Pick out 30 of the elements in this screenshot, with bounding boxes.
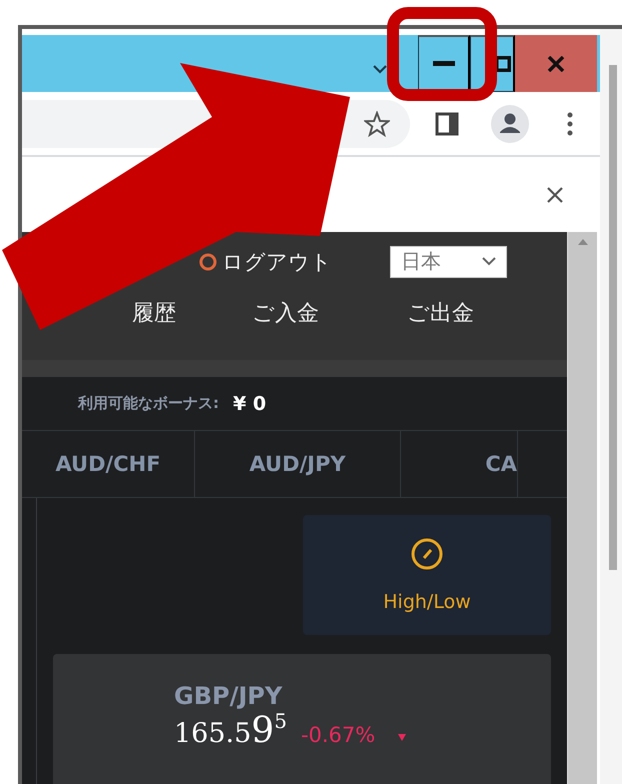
price-change: -0.67%: [300, 723, 376, 747]
high-low-mode-button[interactable]: High/Low: [303, 515, 551, 635]
profile-avatar-icon[interactable]: [491, 104, 529, 142]
logout-icon[interactable]: [198, 252, 218, 272]
bonus-label: 利用可能なボーナス:: [78, 394, 219, 413]
price-value: 165.59$^{5}$: [174, 710, 287, 751]
chevron-down-icon: [482, 257, 496, 266]
minimize-icon: [432, 61, 454, 67]
gauge-icon: [410, 537, 444, 571]
close-window-button[interactable]: [515, 35, 597, 92]
currency-pair-tab[interactable]: AUD/CHF: [22, 431, 195, 497]
maximize-icon: [495, 56, 511, 72]
close-icon: [547, 56, 565, 72]
close-icon[interactable]: [546, 186, 564, 204]
minimize-button[interactable]: [418, 35, 470, 92]
star-icon[interactable]: [364, 110, 390, 136]
dropdown-chevron-icon[interactable]: [372, 64, 388, 74]
logout-link[interactable]: ログアウト: [222, 248, 332, 276]
language-select[interactable]: 日本: [390, 246, 507, 278]
nav-link[interactable]: ご出金: [407, 298, 474, 328]
bonus-amount: ¥ 0: [233, 392, 266, 414]
side-panel-icon[interactable]: [435, 112, 459, 136]
currency-pair-label: GBP/JPY: [174, 682, 284, 710]
scrollbar-thumb[interactable]: [609, 65, 617, 570]
nav-link[interactable]: ご入金: [252, 298, 319, 328]
scrollbar[interactable]: [567, 232, 597, 784]
more-menu-icon[interactable]: [567, 112, 573, 136]
currency-pair-tab[interactable]: AUD/JPY: [195, 431, 401, 497]
nav-link[interactable]: 履歴: [132, 298, 176, 328]
currency-pair-tab[interactable]: CA: [401, 431, 518, 497]
